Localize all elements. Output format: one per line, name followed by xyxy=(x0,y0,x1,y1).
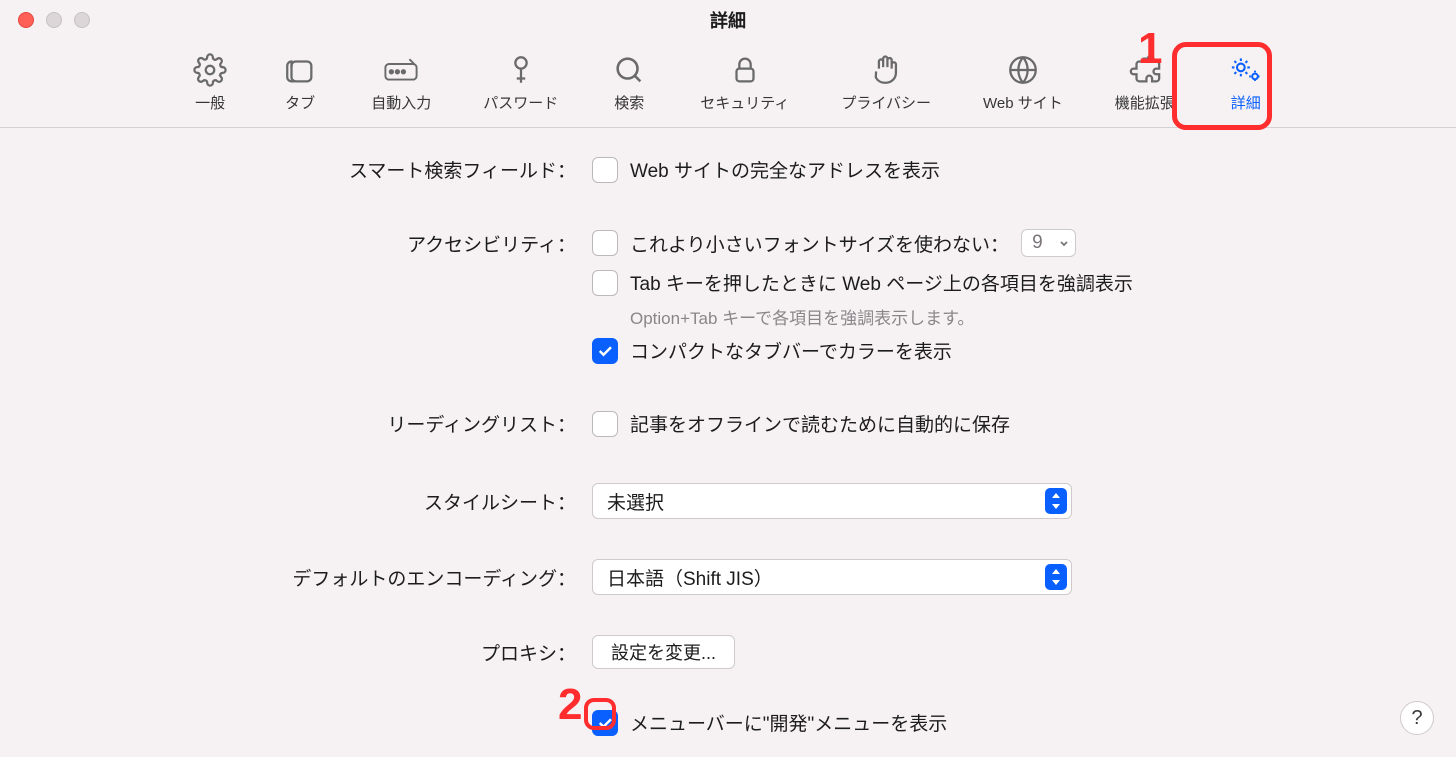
min-font-size-label: これより小さいフォントサイズを使わない： xyxy=(630,230,1009,257)
tab-passwords[interactable]: パスワード xyxy=(471,46,570,117)
change-proxy-label: 設定を変更... xyxy=(611,639,716,665)
tab-highlight-label: Tab キーを押したときに Web ページ上の各項目を強調表示 xyxy=(630,269,1133,296)
tab-label: 検索 xyxy=(614,92,644,113)
globe-icon xyxy=(1005,52,1041,88)
gear-icon xyxy=(192,52,228,88)
develop-menu-checkbox[interactable] xyxy=(592,710,618,736)
encoding-label: デフォルトのエンコーディング： xyxy=(0,564,576,591)
tab-label: 一般 xyxy=(195,92,225,113)
lock-icon xyxy=(727,52,763,88)
tab-security[interactable]: セキュリティ xyxy=(688,46,801,117)
key-icon xyxy=(503,52,539,88)
hand-icon xyxy=(868,52,904,88)
font-size-stepper[interactable]: 9 xyxy=(1021,229,1076,257)
tab-highlight-helper: Option+Tab キーで各項目を強調表示します。 xyxy=(630,304,974,329)
tab-label: プライバシー xyxy=(841,92,931,113)
proxy-label: プロキシ： xyxy=(0,639,576,666)
gears-icon xyxy=(1228,52,1264,88)
tab-label: 詳細 xyxy=(1231,92,1261,113)
show-full-address-checkbox[interactable] xyxy=(592,157,618,183)
font-size-value: 9 xyxy=(1022,232,1053,254)
tab-general[interactable]: 一般 xyxy=(179,46,241,117)
traffic-lights xyxy=(0,12,90,28)
updown-arrows-icon xyxy=(1045,488,1067,514)
annotation-number-2: 2 xyxy=(558,680,582,730)
tab-label: 機能拡張 xyxy=(1115,92,1175,113)
tab-advanced[interactable]: 詳細 xyxy=(1215,46,1277,117)
tab-label: タブ xyxy=(285,92,315,113)
smart-search-label: スマート検索フィールド： xyxy=(0,156,576,183)
chevron-down-icon xyxy=(1053,237,1075,249)
offline-reading-label: 記事をオフラインで読むために自動的に保存 xyxy=(630,410,1010,437)
accessibility-label: アクセシビリティ： xyxy=(0,230,576,257)
tab-tabs[interactable]: タブ xyxy=(269,46,331,117)
develop-menu-label: メニューバーに"開発"メニューを表示 xyxy=(630,709,947,736)
tab-search[interactable]: 検索 xyxy=(598,46,660,117)
autofill-icon xyxy=(383,52,419,88)
annotation-number-1: 1 xyxy=(1138,24,1162,74)
preferences-toolbar: 一般 タブ 自動入力 パスワード 検索 セキュリティ プライバシー xyxy=(0,40,1456,128)
compact-tabbar-color-checkbox[interactable] xyxy=(592,338,618,364)
search-icon xyxy=(611,52,647,88)
titlebar: 詳細 xyxy=(0,0,1456,40)
reading-list-label: リーディングリスト： xyxy=(0,410,576,437)
change-proxy-button[interactable]: 設定を変更... xyxy=(592,635,735,669)
stylesheet-value: 未選択 xyxy=(607,488,664,515)
tab-highlight-checkbox[interactable] xyxy=(592,270,618,296)
stylesheet-label: スタイルシート： xyxy=(0,488,576,515)
stylesheet-select[interactable]: 未選択 xyxy=(592,483,1072,519)
min-font-size-checkbox[interactable] xyxy=(592,230,618,256)
zoom-window-button[interactable] xyxy=(74,12,90,28)
offline-reading-checkbox[interactable] xyxy=(592,411,618,437)
window-title: 詳細 xyxy=(710,7,746,33)
show-full-address-label: Web サイトの完全なアドレスを表示 xyxy=(630,156,940,183)
encoding-value: 日本語（Shift JIS） xyxy=(607,564,773,591)
tab-label: セキュリティ xyxy=(700,92,789,113)
close-window-button[interactable] xyxy=(18,12,34,28)
tabs-icon xyxy=(282,52,318,88)
tab-privacy[interactable]: プライバシー xyxy=(829,46,943,117)
updown-arrows-icon xyxy=(1045,564,1067,590)
compact-tabbar-color-label: コンパクトなタブバーでカラーを表示 xyxy=(630,337,952,364)
encoding-select[interactable]: 日本語（Shift JIS） xyxy=(592,559,1072,595)
help-label: ? xyxy=(1411,707,1422,730)
help-button[interactable]: ? xyxy=(1400,701,1434,735)
tab-autofill[interactable]: 自動入力 xyxy=(359,46,443,117)
tab-label: 自動入力 xyxy=(371,92,431,113)
tab-label: Web サイト xyxy=(983,92,1063,113)
tab-label: パスワード xyxy=(483,92,558,113)
minimize-window-button[interactable] xyxy=(46,12,62,28)
settings-content: スマート検索フィールド： Web サイトの完全なアドレスを表示 アクセシビリティ… xyxy=(0,128,1456,736)
tab-websites[interactable]: Web サイト xyxy=(971,46,1075,117)
